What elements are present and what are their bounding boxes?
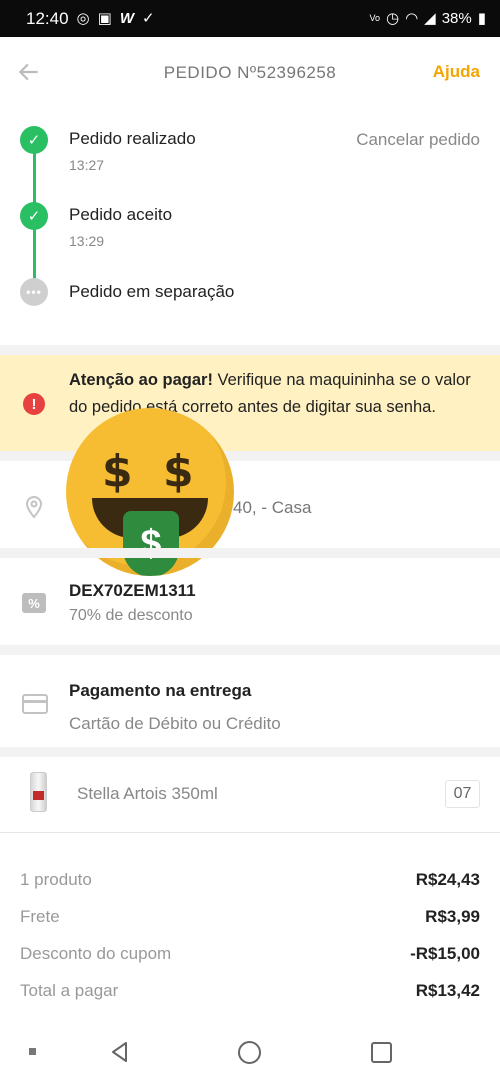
system-navigation-bar <box>0 1022 500 1082</box>
summary-label: 1 produto <box>20 870 92 889</box>
payment-section: Pagamento na entrega Cartão de Débito ou… <box>0 657 500 747</box>
product-row: Stella Artois 350ml 07 <box>0 757 500 833</box>
dollar-eye-icon: $ <box>102 446 133 497</box>
volte-icon: Vo <box>369 13 380 23</box>
check-icon: ✓ <box>142 10 155 27</box>
timeline-step-time: 13:29 <box>69 233 105 249</box>
section-divider <box>0 345 500 355</box>
product-name: Stella Artois 350ml <box>77 784 218 803</box>
product-quantity: 07 <box>445 780 480 808</box>
check-icon: ✓ <box>20 202 48 230</box>
app-header: PEDIDO Nº52396258 Ajuda <box>0 37 500 109</box>
timeline-step-label: Pedido aceito <box>69 205 173 224</box>
summary-value: R$24,43 <box>415 870 480 889</box>
status-bar: 12:40 ◎ ▣ W ✓ Vo ◷ ◠ ◢ 38% ▮ <box>0 0 500 37</box>
status-time: 12:40 <box>26 8 69 28</box>
more-dots-icon: ••• <box>20 278 48 306</box>
coupon-ticket-icon: % <box>22 593 46 613</box>
payment-warning-banner: ! Atenção ao pagar! Verifique na maquini… <box>0 355 500 451</box>
address-text: 40, - Casa <box>233 498 312 517</box>
page-title: PEDIDO Nº52396258 <box>163 63 337 82</box>
battery-icon: ▮ <box>477 10 486 27</box>
gallery-icon: ▣ <box>97 10 112 27</box>
summary-label: Desconto do cupom <box>20 944 172 963</box>
warning-title: Atenção ao pagar! <box>69 371 213 389</box>
summary-label: Frete <box>20 907 60 926</box>
w-icon: W <box>119 10 134 27</box>
summary-row: Desconto do cupom -R$15,00 <box>0 944 500 974</box>
timeline-step-label: Pedido realizado <box>69 129 196 148</box>
system-icons: Vo ◷ ◠ ◢ 38% ▮ <box>369 10 486 27</box>
whatsapp-icon: ◎ <box>76 10 90 27</box>
beer-can-image <box>30 772 47 812</box>
notification-icons: ◎ ▣ W ✓ <box>77 11 155 26</box>
wifi-icon: ◠ <box>405 10 419 27</box>
coupon-section: % DEX70ZEM1311 70% de desconto <box>0 560 500 645</box>
summary-value: R$3,99 <box>425 907 480 926</box>
timeline-step-label: Pedido em separação <box>69 282 235 301</box>
payment-method: Cartão de Débito ou Crédito <box>69 714 281 733</box>
section-divider <box>0 747 500 757</box>
check-icon: ✓ <box>20 126 48 154</box>
summary-row: Frete R$3,99 <box>0 907 500 937</box>
timeline-step-time: 13:27 <box>69 157 105 173</box>
dollar-eye-icon: $ <box>163 446 194 497</box>
nav-recents-icon[interactable] <box>371 1042 392 1063</box>
summary-value: -R$15,00 <box>410 944 480 963</box>
signal-icon: ◢ <box>424 10 436 27</box>
cancel-order-button[interactable]: Cancelar pedido <box>356 130 480 150</box>
section-divider <box>0 548 500 558</box>
credit-card-icon <box>22 694 48 714</box>
payment-title: Pagamento na entrega <box>69 681 252 700</box>
nav-indicator-icon[interactable] <box>29 1048 36 1055</box>
summary-row: 1 produto R$24,43 <box>0 870 500 900</box>
summary-label: Total a pagar <box>20 981 119 1000</box>
warning-icon: ! <box>23 393 45 415</box>
battery-percent: 38% <box>441 10 472 27</box>
nav-back-icon[interactable] <box>108 1040 132 1064</box>
alarm-icon: ◷ <box>385 10 400 27</box>
summary-value: R$13,42 <box>415 981 480 1000</box>
summary-row: Total a pagar R$13,42 <box>0 981 500 1011</box>
nav-home-icon[interactable] <box>238 1041 261 1064</box>
location-pin-icon <box>25 495 43 519</box>
coupon-code: DEX70ZEM1311 <box>69 581 196 600</box>
help-button[interactable]: Ajuda <box>433 62 480 82</box>
order-timeline: ✓ Pedido realizado 13:27 Cancelar pedido… <box>0 109 500 349</box>
coupon-description: 70% de desconto <box>69 607 193 624</box>
section-divider <box>0 645 500 655</box>
